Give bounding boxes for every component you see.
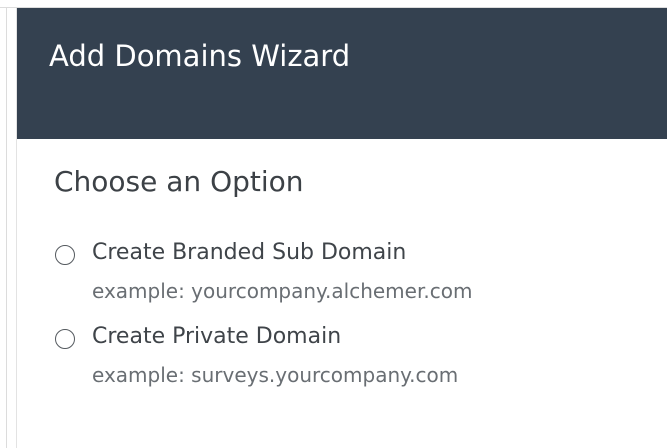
branded-sub-domain-example: example: yourcompany.alchemer.com (92, 279, 473, 303)
left-border (0, 8, 7, 448)
wizard-window: Add Domains Wizard Choose an Option Crea… (0, 0, 667, 448)
private-domain-label[interactable]: Create Private Domain (92, 321, 341, 353)
top-border (0, 0, 667, 8)
choose-option-heading: Choose an Option (54, 165, 304, 198)
branded-sub-domain-label[interactable]: Create Branded Sub Domain (92, 237, 406, 269)
add-domains-dialog: Add Domains Wizard Choose an Option Crea… (16, 8, 667, 448)
branded-sub-domain-radio[interactable] (55, 245, 75, 265)
private-domain-example: example: surveys.yourcompany.com (92, 363, 459, 387)
dialog-title: Add Domains Wizard (49, 39, 351, 73)
dialog-header: Add Domains Wizard (17, 8, 667, 139)
private-domain-radio[interactable] (55, 329, 75, 349)
